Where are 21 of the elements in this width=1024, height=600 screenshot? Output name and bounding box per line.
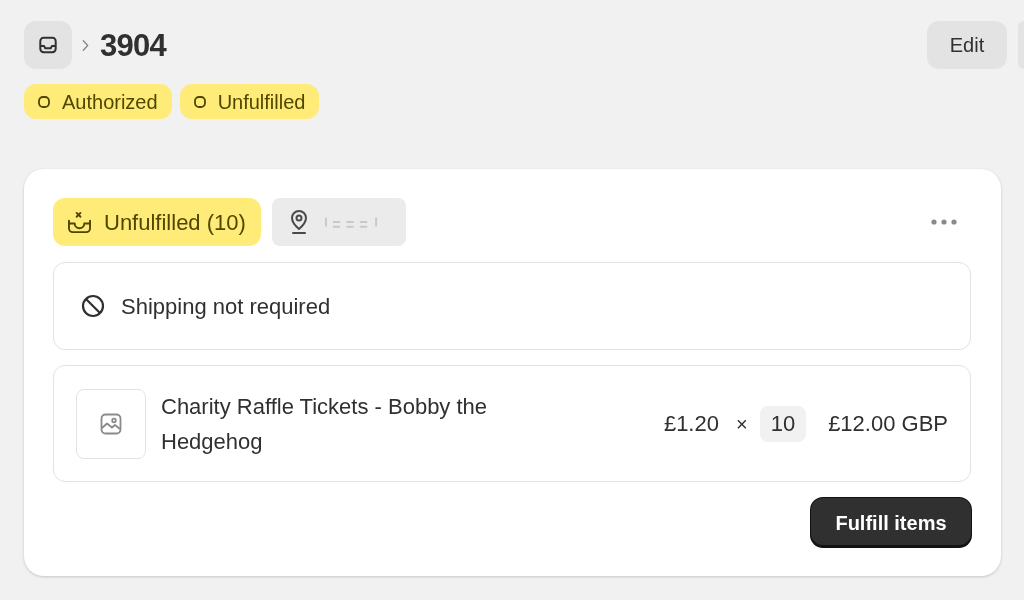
inbox-icon xyxy=(37,34,59,56)
image-icon xyxy=(100,412,122,435)
edit-button[interactable]: Edit xyxy=(927,21,1007,69)
badge-label: Authorized xyxy=(62,89,158,115)
order-number: 3904 xyxy=(100,29,166,61)
prohibited-icon xyxy=(81,294,105,318)
unit-price: £1.20 xyxy=(663,410,719,438)
tray-x-icon xyxy=(67,210,92,234)
fulfill-items-button[interactable]: Fulfill items xyxy=(811,498,971,547)
blurred-text-icon xyxy=(324,215,379,229)
quantity-badge: 10 xyxy=(759,405,807,442)
line-total: £12.00 GBP xyxy=(828,410,948,438)
fulfillment-status-label: Unfulfilled (10) xyxy=(104,208,246,237)
product-title: Charity Raffle Tickets - Bobby the Hedgehog xyxy=(161,392,489,456)
shipping-note: Shipping not required xyxy=(121,292,331,321)
inbox-button[interactable] xyxy=(24,21,72,69)
multiply-sign: × xyxy=(735,411,748,437)
chevron-right-icon xyxy=(82,38,89,52)
ellipsis-icon xyxy=(931,219,957,225)
location-pin-icon xyxy=(288,210,309,234)
badge-label: Unfulfilled xyxy=(217,89,306,115)
